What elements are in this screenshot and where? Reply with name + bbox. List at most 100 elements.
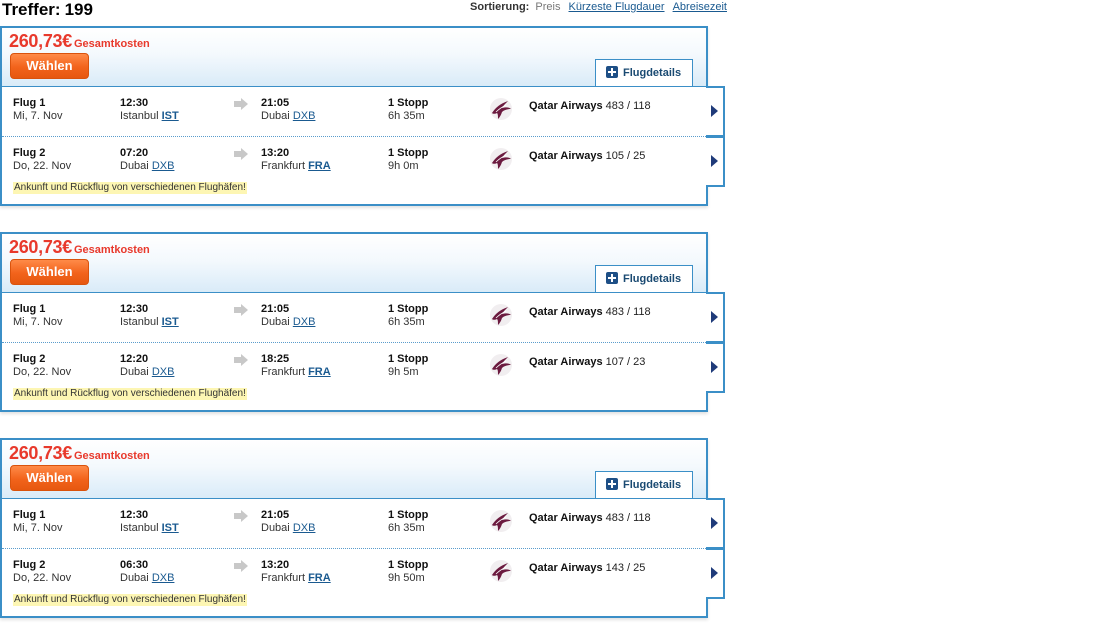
select-button[interactable]: Wählen — [10, 465, 89, 491]
price-label: Gesamtkosten — [73, 244, 150, 256]
price-amount: 260,73€ — [9, 443, 72, 463]
arrival-airport-link[interactable]: DXB — [293, 316, 316, 328]
price: 260,73€ Gesamtkosten — [9, 443, 150, 464]
stops: 1 Stopp — [388, 97, 429, 109]
departure-city: Dubai — [120, 572, 149, 584]
arrival-time: 13:20 — [261, 147, 290, 159]
flight-name: Flug 2 — [13, 559, 46, 571]
sort-by-shortest-link[interactable]: Kürzeste Flugdauer — [569, 1, 665, 13]
expand-flight-1-chevron-right-icon[interactable] — [706, 86, 725, 137]
departure: 12:30 Istanbul IST — [120, 303, 179, 329]
departure-airport-link[interactable]: IST — [162, 522, 179, 534]
arrival-airport-link[interactable]: DXB — [293, 110, 316, 122]
flight-details-tab[interactable]: Flugdetails — [595, 265, 693, 292]
sort-by-departure-link[interactable]: Abreisezeit — [673, 1, 727, 13]
flight-numbers: 105 / 25 — [605, 150, 646, 162]
flight-row: Flug 1 Mi, 7. Nov 12:30 Istanbul IST 21:05 Du… — [2, 500, 706, 550]
arrow-right-icon — [234, 98, 248, 110]
qatar-airways-logo-icon — [489, 509, 513, 533]
airline-name: Qatar Airways — [529, 512, 603, 524]
arrival-time: 18:25 — [261, 353, 290, 365]
arrival-airport-link[interactable]: FRA — [308, 160, 331, 172]
arrival-city: Frankfurt — [261, 366, 306, 378]
departure-city: Istanbul — [120, 110, 159, 122]
departure-airport-link[interactable]: DXB — [152, 572, 175, 584]
duration: 9h 50m — [388, 572, 425, 584]
departure-airport-link[interactable]: IST — [162, 110, 179, 122]
result-card-header: 260,73€ Gesamtkosten Wählen Flugdetails — [2, 234, 706, 292]
duration: 6h 35m — [388, 522, 425, 534]
flight-details-tab[interactable]: Flugdetails — [595, 59, 693, 86]
expand-flight-1-chevron-right-icon[interactable] — [706, 498, 725, 549]
airline-info: Qatar Airways 107 / 23 — [529, 356, 645, 368]
flight-leg: Flug 2 Do, 22. Nov — [13, 559, 71, 585]
flight-row: Flug 2 Do, 22. Nov 07:20 Dubai DXB 13:20 Fran… — [2, 138, 706, 188]
sort-label: Sortierung: — [470, 1, 530, 13]
arrival-airport-link[interactable]: FRA — [308, 572, 331, 584]
price-amount: 260,73€ — [9, 237, 72, 257]
airline-name: Qatar Airways — [529, 306, 603, 318]
row-divider — [2, 548, 706, 549]
arrow-right-icon — [234, 148, 248, 160]
arrival: 21:05 Dubai DXB — [261, 303, 315, 329]
card-separator — [2, 292, 706, 293]
stops-info: 1 Stopp 6h 35m — [388, 509, 428, 535]
departure-airport-link[interactable]: DXB — [152, 160, 175, 172]
departure-airport-link[interactable]: DXB — [152, 366, 175, 378]
expand-flight-2-chevron-right-icon[interactable] — [706, 136, 725, 187]
airline-info: Qatar Airways 105 / 25 — [529, 150, 645, 162]
results-count-label: Treffer: — [2, 0, 61, 19]
result-card: 260,73€ Gesamtkosten Wählen Flugdetails Flug… — [0, 232, 726, 412]
stops-info: 1 Stopp 6h 35m — [388, 97, 428, 123]
price: 260,73€ Gesamtkosten — [9, 31, 150, 52]
flight-row: Flug 2 Do, 22. Nov 06:30 Dubai DXB 13:20 Fran… — [2, 550, 706, 600]
stops-info: 1 Stopp 9h 5m — [388, 353, 428, 379]
arrival-time: 21:05 — [261, 303, 290, 315]
arrival-time: 13:20 — [261, 559, 290, 571]
select-button[interactable]: Wählen — [10, 53, 89, 79]
flight-details-label: Flugdetails — [623, 479, 682, 491]
duration: 9h 0m — [388, 160, 419, 172]
flight-leg: Flug 2 Do, 22. Nov — [13, 147, 71, 173]
departure-time: 12:30 — [120, 509, 149, 521]
flight-date: Mi, 7. Nov — [13, 110, 63, 122]
result-card-frame: 260,73€ Gesamtkosten Wählen Flugdetails Flug… — [0, 438, 708, 618]
departure: 12:30 Istanbul IST — [120, 509, 179, 535]
arrow-right-icon — [234, 354, 248, 366]
arrival-city: Frankfurt — [261, 160, 306, 172]
results-count-value: 199 — [64, 0, 93, 19]
flight-numbers: 483 / 118 — [605, 512, 651, 524]
arrival-airport-link[interactable]: DXB — [293, 522, 316, 534]
flight-name: Flug 1 — [13, 97, 46, 109]
expand-flight-2-chevron-right-icon[interactable] — [706, 342, 725, 393]
departure: 06:30 Dubai DXB — [120, 559, 174, 585]
arrival-time: 21:05 — [261, 509, 290, 521]
qatar-airways-logo-icon — [489, 147, 513, 171]
qatar-airways-logo-icon — [489, 559, 513, 583]
airline-info: Qatar Airways 483 / 118 — [529, 512, 651, 524]
select-button[interactable]: Wählen — [10, 259, 89, 285]
flight-details-tab[interactable]: Flugdetails — [595, 471, 693, 498]
result-card-frame: 260,73€ Gesamtkosten Wählen Flugdetails Flug… — [0, 26, 708, 206]
arrival-city: Dubai — [261, 316, 290, 328]
expand-flight-1-chevron-right-icon[interactable] — [706, 292, 725, 343]
airport-change-notice: Ankunft und Rückflug von verschiedenen F… — [13, 182, 247, 194]
duration: 9h 5m — [388, 366, 419, 378]
price-label: Gesamtkosten — [73, 38, 150, 50]
expand-flight-2-chevron-right-icon[interactable] — [706, 548, 725, 599]
departure-airport-link[interactable]: IST — [162, 316, 179, 328]
flight-numbers: 143 / 25 — [605, 562, 646, 574]
sort-by-price: Preis — [535, 1, 561, 13]
arrival: 21:05 Dubai DXB — [261, 97, 315, 123]
plus-icon — [606, 272, 618, 284]
flight-date: Mi, 7. Nov — [13, 522, 63, 534]
arrival-airport-link[interactable]: FRA — [308, 366, 331, 378]
departure-city: Istanbul — [120, 522, 159, 534]
row-divider — [2, 136, 706, 137]
arrow-right-icon — [234, 560, 248, 572]
arrival-city: Dubai — [261, 110, 290, 122]
flight-name: Flug 2 — [13, 353, 46, 365]
airline-name: Qatar Airways — [529, 150, 603, 162]
departure-time: 07:20 — [120, 147, 149, 159]
arrival-city: Dubai — [261, 522, 290, 534]
